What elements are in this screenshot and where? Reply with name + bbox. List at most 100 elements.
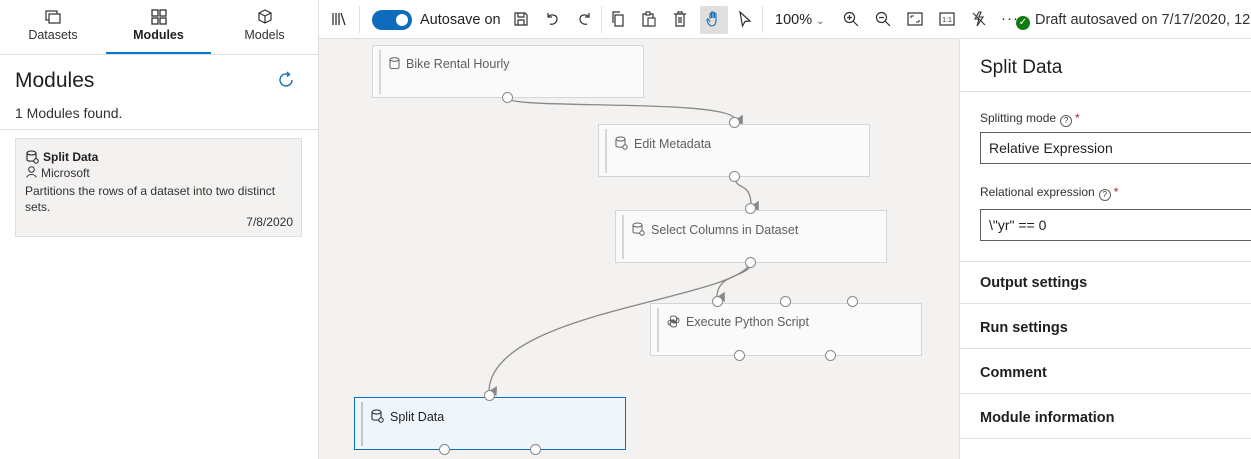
module-card-name: Split Data <box>43 150 99 164</box>
autosave-status: ✓ Draft autosaved on 7/17/2020, 12:4 <box>1016 12 1251 30</box>
chevron-down-icon: ⌄ <box>816 16 825 27</box>
output-settings-section[interactable]: Output settings <box>980 275 1087 291</box>
toolbar-divider <box>601 6 602 33</box>
divider <box>960 438 1251 439</box>
divider <box>960 303 1251 304</box>
svg-text:1:1: 1:1 <box>942 17 952 24</box>
node-label: Bike Rental Hourly <box>389 57 510 71</box>
module-card-description: Partitions the rows of a dataset into tw… <box>25 184 276 214</box>
relational-expression-text: Relational expression <box>980 185 1095 199</box>
auto-layout-icon[interactable] <box>970 10 988 28</box>
output-port[interactable] <box>745 257 756 268</box>
node-select-columns[interactable]: Select Columns in Dataset <box>615 210 887 263</box>
output-port[interactable] <box>502 92 513 103</box>
autosave-label: Autosave on <box>420 12 501 28</box>
library-icon[interactable] <box>330 10 348 28</box>
input-port[interactable] <box>729 117 740 128</box>
refresh-icon[interactable] <box>276 70 296 90</box>
toolbar-divider <box>359 6 360 33</box>
publisher-name: Microsoft <box>41 166 90 180</box>
tab-models[interactable]: Models <box>211 0 318 55</box>
module-information-section[interactable]: Module information <box>980 410 1115 426</box>
dataset-icon <box>389 57 400 70</box>
output-port[interactable] <box>734 350 745 361</box>
node-strip <box>622 215 624 259</box>
divider <box>0 129 318 130</box>
input-port[interactable] <box>712 296 723 307</box>
input-port[interactable] <box>745 203 756 214</box>
splitting-mode-text: Splitting mode <box>980 111 1057 125</box>
input-port[interactable] <box>484 390 495 401</box>
pointer-icon[interactable] <box>736 10 754 28</box>
node-label: Split Data <box>371 409 444 424</box>
module-icon <box>632 222 645 236</box>
node-title: Bike Rental Hourly <box>406 57 510 71</box>
save-icon[interactable] <box>512 10 530 28</box>
module-panel: Datasets Modules Models Modules 1 Module… <box>0 0 319 459</box>
required-marker: * <box>1075 111 1080 125</box>
results-count: 1 Modules found. <box>15 105 123 121</box>
node-bike-rental-hourly[interactable]: Bike Rental Hourly <box>372 45 644 98</box>
zoom-dropdown[interactable]: 100% ⌄ <box>775 12 824 28</box>
actual-size-icon[interactable]: 1:1 <box>938 10 956 28</box>
splitting-mode-select[interactable]: Relative Expression <box>980 132 1251 164</box>
asset-tabs: Datasets Modules Models <box>0 0 318 55</box>
copy-icon[interactable] <box>609 10 627 28</box>
module-card-title: Split Data <box>26 150 98 164</box>
python-icon <box>667 315 680 328</box>
tab-modules[interactable]: Modules <box>106 0 211 55</box>
output-port[interactable] <box>729 171 740 182</box>
panel-title: Modules <box>15 69 95 92</box>
active-tab-indicator <box>106 52 211 54</box>
node-label: Edit Metadata <box>615 136 711 151</box>
autosave-status-text: Draft autosaved on 7/17/2020, 12:4 <box>1035 12 1251 28</box>
node-strip <box>379 50 381 94</box>
node-label: Execute Python Script <box>667 315 809 329</box>
divider <box>960 348 1251 349</box>
help-icon[interactable]: ? <box>1060 115 1073 127</box>
node-title: Edit Metadata <box>634 137 712 151</box>
undo-icon[interactable] <box>543 10 561 28</box>
module-card[interactable]: Split Data Microsoft Partitions the rows… <box>15 138 302 237</box>
node-split-data[interactable]: Split Data <box>354 397 626 450</box>
tab-datasets-label: Datasets <box>28 28 78 42</box>
module-card-date: 7/8/2020 <box>246 215 293 229</box>
node-edit-metadata[interactable]: Edit Metadata <box>598 124 870 177</box>
paste-icon[interactable] <box>640 10 658 28</box>
redo-icon[interactable] <box>576 10 594 28</box>
tab-models-label: Models <box>244 28 285 42</box>
node-title: Execute Python Script <box>686 315 809 329</box>
input-port[interactable] <box>780 296 791 307</box>
relational-expression-input[interactable]: \"yr" == 0 <box>980 209 1251 241</box>
dataset-icon <box>45 10 61 24</box>
output-port[interactable] <box>439 444 450 455</box>
tab-datasets[interactable]: Datasets <box>0 0 106 55</box>
node-title: Split Data <box>390 410 445 424</box>
properties-panel: Split Data Splitting mode? * Relative Exp… <box>959 39 1251 459</box>
toolbar-divider <box>762 6 763 33</box>
output-port[interactable] <box>530 444 541 455</box>
module-icon <box>26 150 39 164</box>
relational-expression-label: Relational expression? * <box>980 185 1118 201</box>
node-label: Select Columns in Dataset <box>632 222 798 237</box>
modules-icon <box>150 9 167 25</box>
help-icon[interactable]: ? <box>1098 189 1111 201</box>
run-settings-section[interactable]: Run settings <box>980 320 1068 336</box>
divider <box>960 261 1251 262</box>
input-port[interactable] <box>847 296 858 307</box>
node-strip <box>361 402 363 446</box>
autosave-toggle[interactable] <box>372 10 412 30</box>
required-marker: * <box>1113 185 1119 199</box>
node-execute-python-script[interactable]: Execute Python Script <box>650 303 922 356</box>
zoom-out-icon[interactable] <box>874 10 892 28</box>
node-strip <box>605 129 607 173</box>
fit-screen-icon[interactable] <box>906 10 924 28</box>
hand-icon[interactable] <box>705 10 723 28</box>
zoom-in-icon[interactable] <box>842 10 860 28</box>
cube-icon <box>257 9 272 24</box>
delete-icon[interactable] <box>671 10 689 28</box>
tab-modules-label: Modules <box>133 28 184 42</box>
comment-section[interactable]: Comment <box>980 365 1047 381</box>
person-icon <box>26 166 37 178</box>
output-port[interactable] <box>825 350 836 361</box>
